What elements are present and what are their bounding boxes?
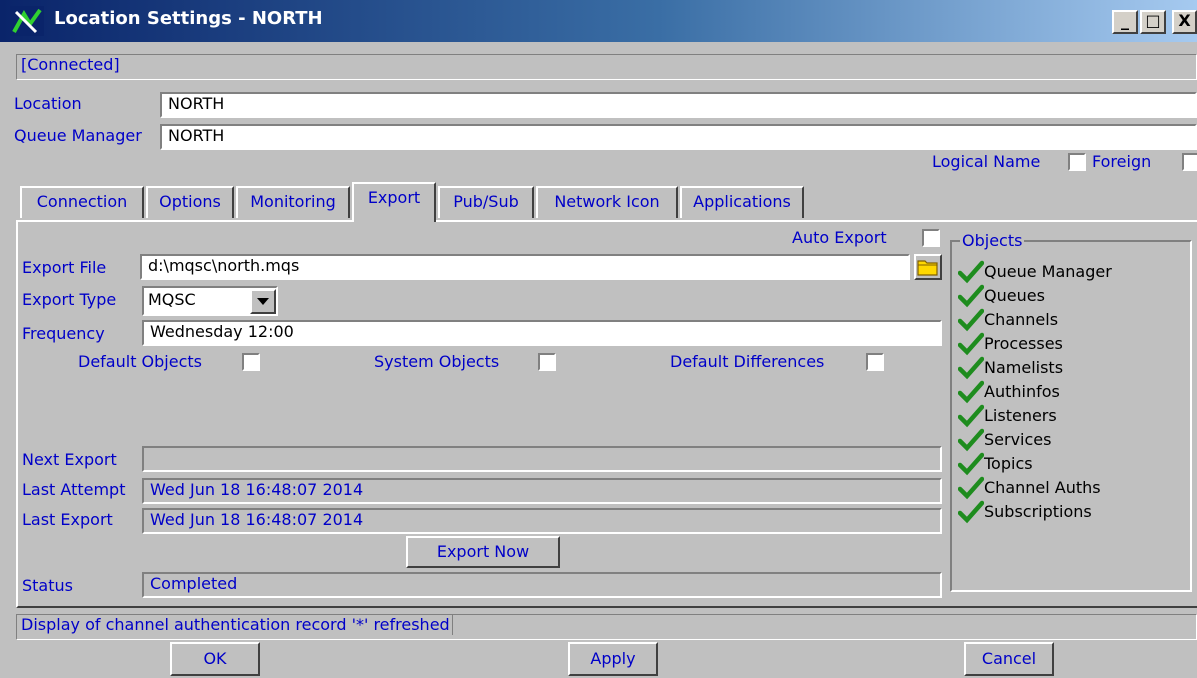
object-item[interactable]: Processes [957,332,1063,356]
title-bar[interactable]: Location Settings - NORTH _ □ X [0,0,1197,42]
tab-applications[interactable]: Applications [680,186,804,218]
foreign-label: Foreign [1092,152,1152,171]
logical-name-checkbox[interactable] [1068,153,1086,171]
object-item[interactable]: Queues [957,284,1045,308]
object-item[interactable]: Subscriptions [957,500,1092,524]
tab-export[interactable]: Export [352,182,436,222]
folder-icon [917,260,938,276]
object-item[interactable]: Namelists [957,356,1064,380]
window-title: Location Settings - NORTH [54,8,323,29]
logical-name-label: Logical Name [932,152,1041,171]
location-label: Location [14,94,82,113]
last-attempt-label: Last Attempt [22,480,126,499]
auto-export-label: Auto Export [792,228,887,247]
status-label: Status [22,576,73,595]
object-item-label: Authinfos [984,382,1060,401]
export-file-field[interactable]: d:\mqsc\north.mqs [140,254,910,280]
status-field: Completed [142,572,942,598]
apply-button[interactable]: Apply [568,642,658,676]
object-item-label: Queues [984,286,1045,305]
object-item-label: Services [984,430,1052,449]
foreign-checkbox[interactable] [1182,153,1197,171]
minimize-button[interactable]: _ [1112,10,1138,34]
connection-status: [Connected] [16,54,1197,80]
objects-legend: Objects [960,231,1025,251]
export-type-label: Export Type [22,290,117,309]
status-message-bar: Display of channel authentication record… [16,614,1197,640]
default-objects-label: Default Objects [78,352,202,371]
auto-export-checkbox[interactable] [922,229,940,247]
object-item[interactable]: Channel Auths [957,476,1101,500]
object-item[interactable]: Topics [957,452,1033,476]
tab-options[interactable]: Options [146,186,234,218]
tab-monitoring[interactable]: Monitoring [236,186,350,218]
tab-pub-sub[interactable]: Pub/Sub [438,186,534,218]
system-objects-label: System Objects [374,352,500,371]
object-item-label: Queue Manager [984,262,1112,281]
object-item[interactable]: Services [957,428,1052,452]
export-now-button[interactable]: Export Now [406,536,560,568]
queue-manager-field[interactable]: NORTH [160,124,1197,150]
object-item-label: Listeners [984,406,1057,425]
last-export-field: Wed Jun 18 16:48:07 2014 [142,508,942,534]
export-type-value: MQSC [148,290,196,309]
default-objects-checkbox[interactable] [242,353,260,371]
default-differences-checkbox[interactable] [866,353,884,371]
tab-connection[interactable]: Connection [20,186,144,218]
object-item-label: Subscriptions [984,502,1092,521]
object-item[interactable]: Authinfos [957,380,1060,404]
chevron-down-icon [257,298,269,305]
default-differences-label: Default Differences [670,352,825,371]
last-attempt-field: Wed Jun 18 16:48:07 2014 [142,478,942,504]
browse-folder-button[interactable] [914,254,942,280]
tab-network-icon[interactable]: Network Icon [536,186,678,218]
object-item[interactable]: Channels [957,308,1059,332]
next-export-label: Next Export [22,450,117,469]
next-export-field [142,446,942,472]
object-item-label: Topics [984,454,1033,473]
last-export-label: Last Export [22,510,113,529]
cancel-button[interactable]: Cancel [964,642,1054,676]
checkmark-icon [957,500,985,531]
app-icon [10,6,44,36]
frequency-label: Frequency [22,324,105,343]
status-message: Display of channel authentication record… [21,615,453,635]
location-field[interactable]: NORTH [160,92,1197,118]
queue-manager-label: Queue Manager [14,126,142,145]
object-item[interactable]: Listeners [957,404,1057,428]
object-item-label: Processes [984,334,1063,353]
object-item-label: Namelists [984,358,1064,377]
export-file-label: Export File [22,258,107,277]
object-item-label: Channel Auths [984,478,1101,497]
close-button[interactable]: X [1172,10,1197,34]
export-type-dropdown-button[interactable] [250,289,276,314]
object-item-label: Channels [984,310,1059,329]
frequency-field[interactable]: Wednesday 12:00 [142,320,942,346]
system-objects-checkbox[interactable] [538,353,556,371]
object-item[interactable]: Queue Manager [957,260,1112,284]
ok-button[interactable]: OK [170,642,260,676]
maximize-button[interactable]: □ [1140,10,1166,34]
